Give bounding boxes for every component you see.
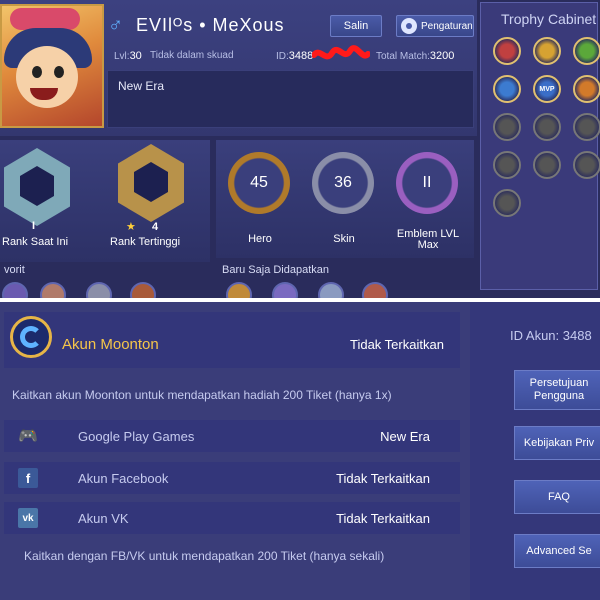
signature-box[interactable]: New Era <box>107 70 474 128</box>
moonton-logo-icon <box>10 316 52 358</box>
facebook-status: Tidak Terkaitkan <box>336 471 430 486</box>
recent-hero-icon[interactable] <box>226 282 252 298</box>
recent-hero-icon[interactable] <box>272 282 298 298</box>
hero-count: 45 <box>250 174 268 191</box>
ranks-panel: I Rank Saat Ini ★ 4 Rank Tertinggi <box>0 140 210 262</box>
current-rank-tier: I <box>32 220 36 232</box>
favorite-section-label: vorit <box>4 264 25 276</box>
account-panel: Akun Moonton Tidak Terkaitkan Kaitkan ak… <box>0 302 600 600</box>
locked-trophy-icon[interactable] <box>573 113 600 141</box>
signature-text: New Era <box>118 79 165 93</box>
favorite-hero-icon[interactable] <box>130 282 156 298</box>
avatar-eye-icon <box>32 66 42 78</box>
advanced-settings-button[interactable]: Advanced Se <box>514 534 600 568</box>
stats-panel: 45 Hero 36 Skin II Emblem LVL Max <box>216 140 474 258</box>
facebook-icon: f <box>18 468 38 488</box>
gamepad-icon: 🎮 <box>18 428 38 445</box>
highest-rank-label: Rank Tertinggi <box>110 236 181 248</box>
highest-rank-stars: 4 <box>152 221 159 233</box>
hero-count-medal-icon[interactable]: 45 <box>228 152 290 214</box>
google-play-row[interactable]: 🎮 Google Play Games New Era <box>4 420 460 452</box>
copy-button[interactable]: Salin <box>330 15 382 37</box>
red-wing-trophy-icon[interactable] <box>493 37 521 65</box>
emblem-level-medal-icon[interactable]: II <box>396 152 458 214</box>
favorite-hero-icon[interactable] <box>40 282 66 298</box>
mvp-label: MVP <box>539 85 555 93</box>
locked-trophy-icon[interactable] <box>533 113 561 141</box>
squad-status: Tidak dalam skuad <box>150 50 234 61</box>
emblem-level: II <box>422 174 432 191</box>
star-icon: ★ <box>126 221 136 233</box>
level-info: Lvl:30 <box>114 50 142 62</box>
facebook-label: Akun Facebook <box>78 471 169 486</box>
locked-trophy-icon[interactable] <box>493 113 521 141</box>
account-side-column: ID Akun: 3488 Persetujuan Pengguna Kebij… <box>470 302 600 600</box>
trophy-cabinet-title: Trophy Cabinet <box>501 11 597 27</box>
current-rank-label: Rank Saat Ini <box>2 236 69 248</box>
moonton-bind-promo: Kaitkan akun Moonton untuk mendapatkan h… <box>12 388 392 402</box>
locked-trophy-icon[interactable] <box>533 151 561 179</box>
vk-status: Tidak Terkaitkan <box>336 511 430 526</box>
favorite-hero-icon[interactable] <box>2 282 28 298</box>
trophy-cabinet[interactable]: Trophy Cabinet MVP <box>480 2 600 290</box>
moonton-title: Akun Moonton <box>62 336 159 353</box>
moonton-status: Tidak Terkaitkan <box>350 337 444 352</box>
skin-label: Skin <box>333 233 355 245</box>
skin-count: 36 <box>334 174 352 191</box>
vk-icon: vk <box>18 508 38 528</box>
profile-panel: ♂ EVIlᴼs • MeXous Salin Pengaturan Lvl:3… <box>0 0 600 298</box>
locked-trophy-icon[interactable] <box>493 151 521 179</box>
mvp-trophy-icon[interactable]: MVP <box>533 75 561 103</box>
current-rank-emblem-icon[interactable] <box>4 148 70 226</box>
fbvk-bind-promo: Kaitkan dengan FB/VK untuk mendapatkan 2… <box>24 549 385 563</box>
account-id: ID Akun: 3488 <box>510 328 592 343</box>
avatar[interactable] <box>0 4 104 128</box>
skin-count-medal-icon[interactable]: 36 <box>312 152 374 214</box>
avatar-hat-icon <box>10 8 80 30</box>
vk-row[interactable]: vk Akun VK Tidak Terkaitkan <box>4 502 460 534</box>
gold-cup-trophy-icon[interactable] <box>533 37 561 65</box>
google-play-status: New Era <box>380 429 430 444</box>
blue-sword-trophy-icon[interactable] <box>493 75 521 103</box>
privacy-policy-button[interactable]: Kebijakan Priv <box>514 426 600 460</box>
recent-hero-icon[interactable] <box>318 282 344 298</box>
vk-label: Akun VK <box>78 511 129 526</box>
emblem-label: Emblem LVL Max <box>396 228 460 251</box>
user-agreement-button[interactable]: Persetujuan Pengguna <box>514 370 600 410</box>
profile-header: ♂ EVIlᴼs • MeXous Salin Pengaturan Lvl:3… <box>0 0 477 136</box>
gear-icon <box>401 18 417 34</box>
facebook-row[interactable]: f Akun Facebook Tidak Terkaitkan <box>4 462 460 494</box>
settings-label: Pengaturan <box>421 20 473 32</box>
player-id: ID:3488 <box>276 50 314 62</box>
recent-section-label: Baru Saja Didapatkan <box>222 264 330 276</box>
redaction-scribble <box>312 45 370 60</box>
faq-button[interactable]: FAQ <box>514 480 600 514</box>
moonton-account-row[interactable]: Akun Moonton Tidak Terkaitkan <box>4 312 460 368</box>
recent-hero-icon[interactable] <box>362 282 388 298</box>
settings-button[interactable]: Pengaturan <box>396 15 474 37</box>
hero-label: Hero <box>248 233 272 245</box>
total-match: Total Match:3200 <box>376 50 455 62</box>
google-play-label: Google Play Games <box>78 429 195 444</box>
player-name: EVIlᴼs • MeXous <box>136 15 285 35</box>
male-gender-icon: ♂ <box>108 14 123 36</box>
orange-emblem-trophy-icon[interactable] <box>573 75 600 103</box>
highest-rank-emblem-icon[interactable] <box>118 144 184 222</box>
locked-trophy-icon[interactable] <box>493 189 521 217</box>
locked-trophy-icon[interactable] <box>573 151 600 179</box>
favorite-hero-icon[interactable] <box>86 282 112 298</box>
green-team-trophy-icon[interactable] <box>573 37 600 65</box>
avatar-eye-icon <box>54 66 64 78</box>
